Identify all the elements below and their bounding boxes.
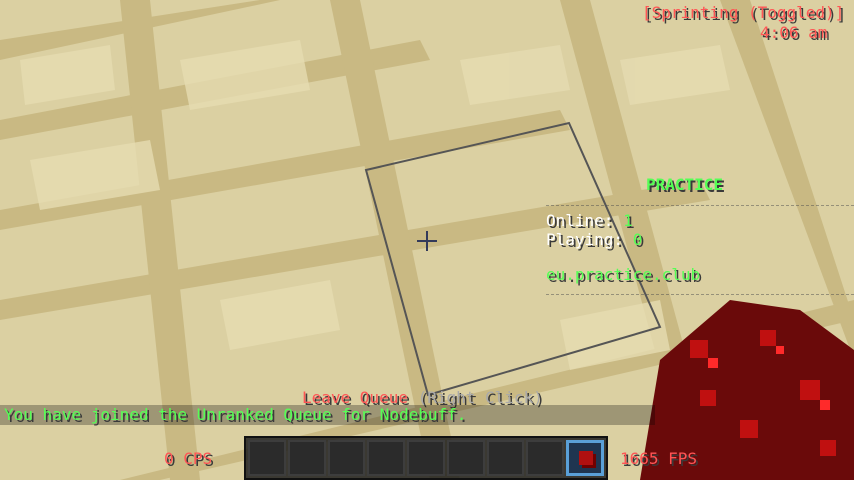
hotbar-slot-1[interactable] bbox=[248, 440, 286, 476]
chat-message: You have joined the Unranked Queue for N… bbox=[4, 405, 467, 424]
hotbar-slot-7[interactable] bbox=[486, 440, 525, 476]
hotbar-slot-5[interactable] bbox=[407, 440, 445, 476]
fps-counter: 1665 FPS bbox=[620, 449, 698, 468]
online-label: Online: bbox=[546, 211, 624, 230]
playing-value: 0 bbox=[632, 230, 643, 249]
scoreboard-divider-bottom bbox=[546, 294, 854, 295]
hotbar-slot-3[interactable] bbox=[327, 440, 366, 476]
sprint-status: [Sprinting (Toggled)] bbox=[642, 3, 845, 22]
hotbar bbox=[244, 436, 608, 480]
hotbar-slot-9[interactable] bbox=[566, 440, 605, 476]
scoreboard-title: PRACTICE bbox=[646, 175, 724, 194]
hotbar-slot-8[interactable] bbox=[526, 440, 565, 476]
hotbar-slot-4[interactable] bbox=[367, 440, 406, 476]
crosshair bbox=[417, 231, 437, 251]
scoreboard-divider-top bbox=[546, 205, 854, 206]
clock: 4:06 am bbox=[760, 23, 828, 42]
hotbar-slot-6[interactable] bbox=[446, 440, 485, 476]
scoreboard-online: Online: 1 bbox=[546, 212, 633, 230]
hotbar-slot-2[interactable] bbox=[287, 440, 326, 476]
playing-label: Playing: bbox=[546, 230, 633, 249]
scoreboard-server: eu.practice.club bbox=[546, 265, 701, 284]
scoreboard-playing: Playing: 0 bbox=[546, 231, 642, 249]
redstone-dust-icon bbox=[579, 451, 594, 465]
online-value: 1 bbox=[623, 211, 633, 230]
cps-counter: 0 CPS bbox=[164, 449, 213, 468]
